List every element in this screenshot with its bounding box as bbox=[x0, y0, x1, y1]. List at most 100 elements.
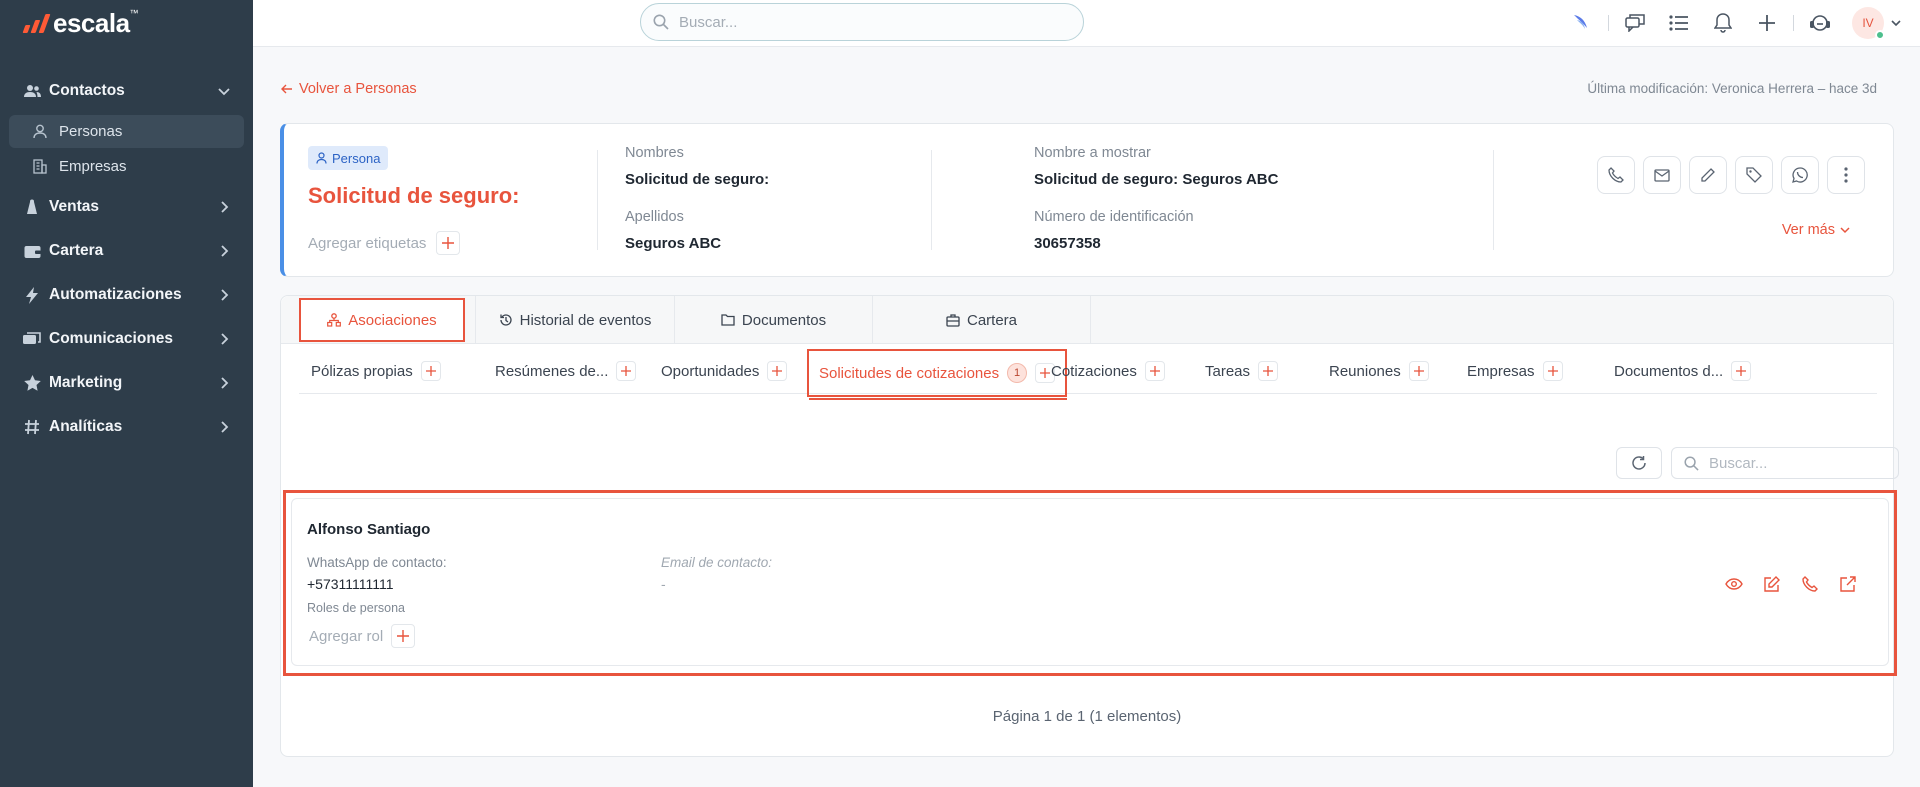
list-search[interactable] bbox=[1671, 447, 1899, 479]
chevron-right-icon bbox=[217, 288, 231, 302]
global-search[interactable] bbox=[640, 3, 1084, 41]
sidebar-item-comunicaciones[interactable]: Comunicaciones bbox=[0, 317, 253, 361]
subtab-oportunidades[interactable]: Oportunidades bbox=[661, 356, 788, 386]
logo-tm: ™ bbox=[129, 7, 139, 18]
sidebar-subitem-label: Personas bbox=[59, 123, 123, 140]
add-button[interactable] bbox=[767, 361, 788, 381]
chevron-down-icon[interactable] bbox=[1884, 1, 1908, 45]
email-button[interactable] bbox=[1643, 156, 1681, 194]
add-button[interactable] bbox=[1408, 361, 1429, 381]
sidebar-item-label: Cartera bbox=[49, 242, 104, 259]
external-link-icon[interactable] bbox=[1837, 573, 1859, 595]
network-icon bbox=[327, 313, 342, 327]
view-eye-icon[interactable] bbox=[1723, 573, 1745, 595]
subtab-documentos[interactable]: Documentos d... bbox=[1614, 356, 1752, 386]
divider bbox=[1608, 15, 1609, 31]
sidebar-item-ventas[interactable]: Ventas bbox=[0, 185, 253, 229]
tab-label: Documentos bbox=[741, 311, 827, 329]
avatar-initials: IV bbox=[1862, 16, 1874, 30]
add-button[interactable] bbox=[1258, 361, 1279, 381]
call-button[interactable] bbox=[1597, 156, 1635, 194]
pencil-icon bbox=[1700, 167, 1716, 183]
add-button[interactable] bbox=[1542, 361, 1563, 381]
messages-icon[interactable] bbox=[1613, 1, 1657, 45]
subtab-tareas[interactable]: Tareas bbox=[1205, 356, 1279, 386]
add-button[interactable] bbox=[420, 361, 441, 381]
add-button[interactable] bbox=[616, 361, 637, 381]
bolt-icon bbox=[22, 285, 42, 305]
id-number-label: Número de identificación bbox=[1034, 209, 1194, 225]
add-button[interactable] bbox=[1731, 361, 1752, 381]
associations-panel: Asociaciones Historial de eventos Docume… bbox=[280, 295, 1899, 757]
add-role-button[interactable] bbox=[391, 624, 416, 648]
scale-icon bbox=[22, 197, 42, 217]
wings-logo-icon[interactable] bbox=[1560, 1, 1604, 45]
sidebar-item-cartera[interactable]: Cartera bbox=[0, 229, 253, 273]
global-search-input[interactable] bbox=[679, 13, 1059, 31]
edit-icon[interactable] bbox=[1761, 573, 1783, 595]
tab-historial[interactable]: Historial de eventos bbox=[475, 296, 675, 344]
plus-icon[interactable] bbox=[1745, 1, 1789, 45]
sidebar: escala™ Contactos Personas Empresas Vent… bbox=[0, 0, 253, 787]
list-item[interactable]: Alfonso Santiago WhatsApp de contacto: +… bbox=[291, 498, 1889, 666]
edit-button[interactable] bbox=[1689, 156, 1727, 194]
chevron-right-icon bbox=[217, 332, 231, 346]
subtab-label: Oportunidades bbox=[661, 362, 760, 380]
divider bbox=[1793, 15, 1794, 31]
tab-asociaciones[interactable]: Asociaciones bbox=[299, 298, 465, 342]
list-icon[interactable] bbox=[1657, 1, 1701, 45]
sidebar-subitem-empresas[interactable]: Empresas bbox=[9, 150, 244, 183]
tab-label: Historial de eventos bbox=[519, 311, 652, 329]
sidebar-item-label: Automatizaciones bbox=[49, 286, 182, 303]
add-tag-button[interactable] bbox=[436, 231, 461, 255]
folder-icon bbox=[721, 314, 735, 326]
subtab-resumenes[interactable]: Resúmenes de... bbox=[495, 356, 637, 386]
tab-documentos[interactable]: Documentos bbox=[675, 296, 873, 344]
subtab-label: Cotizaciones bbox=[1051, 362, 1137, 380]
tag-button[interactable] bbox=[1735, 156, 1773, 194]
sidebar-subitem-personas[interactable]: Personas bbox=[9, 115, 244, 148]
whatsapp-button[interactable] bbox=[1781, 156, 1819, 194]
phone-icon[interactable] bbox=[1799, 573, 1821, 595]
display-name-value: Solicitud de seguro: Seguros ABC bbox=[1034, 171, 1279, 188]
result-highlight: Alfonso Santiago WhatsApp de contacto: +… bbox=[283, 490, 1897, 676]
tab-cartera[interactable]: Cartera bbox=[873, 296, 1091, 344]
support-headset-icon[interactable] bbox=[1798, 1, 1842, 45]
hash-icon bbox=[22, 417, 42, 437]
sidebar-item-contactos[interactable]: Contactos bbox=[0, 69, 253, 113]
chevron-down-icon bbox=[1840, 225, 1850, 235]
email-label: Email de contacto: bbox=[661, 555, 773, 570]
subtab-polizas-propias[interactable]: Pólizas propias bbox=[311, 356, 441, 386]
sidebar-item-analiticas[interactable]: Analíticas bbox=[0, 405, 253, 449]
user-avatar[interactable]: IV bbox=[1852, 7, 1885, 40]
subtab-label: Solicitudes de cotizaciones bbox=[819, 364, 1000, 382]
add-tags-placeholder[interactable]: Agregar etiquetas bbox=[308, 235, 426, 252]
add-button[interactable] bbox=[1144, 361, 1165, 381]
subtab-reuniones[interactable]: Reuniones bbox=[1329, 356, 1429, 386]
refresh-button[interactable] bbox=[1616, 447, 1662, 479]
logo-text: escala bbox=[53, 7, 130, 38]
topbar-icons: IV bbox=[1560, 0, 1920, 46]
add-role-placeholder[interactable]: Agregar rol bbox=[309, 628, 383, 645]
person-icon bbox=[33, 124, 51, 139]
ver-mas-link[interactable]: Ver más bbox=[1782, 222, 1850, 238]
sidebar-item-marketing[interactable]: Marketing bbox=[0, 361, 253, 405]
users-icon bbox=[22, 81, 42, 101]
subtab-cotizaciones[interactable]: Cotizaciones bbox=[1051, 356, 1165, 386]
association-subtabs: Pólizas propias Resúmenes de... Oportuni… bbox=[299, 346, 1877, 400]
subtab-solicitudes-cotizaciones[interactable]: Solicitudes de cotizaciones 1 bbox=[807, 349, 1068, 400]
escala-logo[interactable]: escala™ bbox=[22, 7, 139, 38]
badge-label: Persona bbox=[332, 150, 381, 166]
back-to-personas-link[interactable]: Volver a Personas bbox=[281, 81, 417, 97]
sidebar-item-automatizaciones[interactable]: Automatizaciones bbox=[0, 273, 253, 317]
contact-name[interactable]: Alfonso Santiago bbox=[307, 521, 430, 538]
envelope-icon bbox=[1654, 168, 1670, 182]
record-summary-card: Persona Solicitud de seguro: Agregar eti… bbox=[280, 123, 1894, 277]
sidebar-nav: Contactos Personas Empresas Ventas Carte… bbox=[0, 69, 253, 449]
subtab-empresas[interactable]: Empresas bbox=[1467, 356, 1563, 386]
more-options-button[interactable] bbox=[1827, 156, 1865, 194]
id-number-value: 30657358 bbox=[1034, 235, 1101, 252]
bell-icon[interactable] bbox=[1701, 1, 1745, 45]
tab-label: Asociaciones bbox=[348, 311, 437, 329]
list-search-input[interactable] bbox=[1709, 454, 1889, 472]
